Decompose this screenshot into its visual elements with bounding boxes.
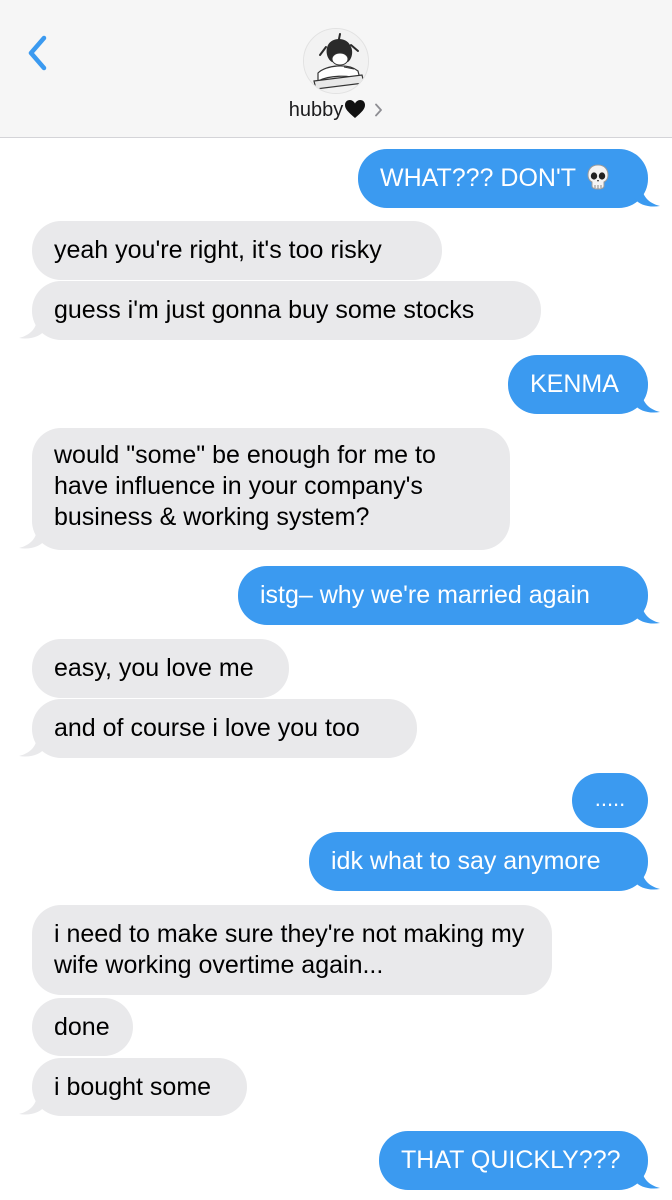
message-text: and of course i love you too (54, 714, 360, 742)
message-text: WHAT??? DON'T (380, 164, 576, 192)
message-bubble-incoming[interactable]: and of course i love you too (32, 699, 417, 758)
bubble-tail (634, 1170, 660, 1189)
message-bubble-incoming[interactable]: guess i'm just gonna buy some stocks (32, 281, 541, 340)
avatar[interactable] (303, 28, 369, 94)
message-bubble-outgoing[interactable]: istg– why we're married again (238, 566, 648, 625)
message-bubble-incoming[interactable]: would "some" be enough for me to have in… (32, 428, 510, 550)
bubble-tail (634, 871, 660, 890)
bubble-tail (634, 605, 660, 624)
bubble-tail (19, 320, 45, 339)
message-bubble-outgoing[interactable]: THAT QUICKLY??? (379, 1131, 648, 1190)
message-bubble-outgoing[interactable]: idk what to say anymore (309, 832, 648, 891)
message-text: easy, you love me (54, 654, 254, 682)
message-text: done (54, 1013, 110, 1041)
message-text: idk what to say anymore (331, 847, 601, 875)
bubble-tail (634, 394, 660, 413)
message-text: KENMA (530, 370, 619, 398)
chevron-left-icon (28, 35, 47, 71)
conversation-header: hubby (0, 0, 672, 138)
message-bubble-outgoing[interactable]: KENMA (508, 355, 648, 414)
message-bubble-outgoing[interactable]: WHAT??? DON'T (358, 149, 648, 208)
message-bubble-incoming[interactable]: done (32, 998, 133, 1056)
chevron-right-icon (374, 99, 383, 123)
message-text: i bought some (54, 1073, 212, 1101)
bubble-tail (634, 188, 660, 207)
message-bubble-incoming[interactable]: i bought some (32, 1058, 247, 1116)
message-bubble-outgoing[interactable]: ..... (572, 773, 648, 828)
message-bubble-incoming[interactable]: easy, you love me (32, 639, 289, 698)
contact-name: hubby (288, 99, 344, 121)
message-bubble-incoming[interactable]: yeah you're right, it's too risky (32, 221, 442, 280)
bubble-tail (19, 738, 45, 757)
avatar-sketch-image (304, 29, 368, 93)
bubble-tail (19, 1096, 45, 1115)
skull-icon (586, 164, 610, 198)
back-button[interactable] (20, 28, 60, 76)
bubble-tail (19, 530, 45, 549)
message-text: i need to make sure they're not making m… (54, 920, 525, 979)
message-text: guess i'm just gonna buy some stocks (54, 296, 475, 324)
message-text: yeah you're right, it's too risky (54, 236, 382, 264)
message-text: THAT QUICKLY??? (401, 1146, 621, 1174)
message-text: would "some" be enough for me to have in… (54, 441, 436, 531)
message-text: istg– why we're married again (260, 581, 590, 609)
black-heart-icon (344, 99, 366, 125)
message-bubble-incoming[interactable]: i need to make sure they're not making m… (32, 905, 552, 995)
contact-name-row[interactable]: hubby (0, 98, 672, 125)
message-text: ..... (594, 786, 626, 811)
